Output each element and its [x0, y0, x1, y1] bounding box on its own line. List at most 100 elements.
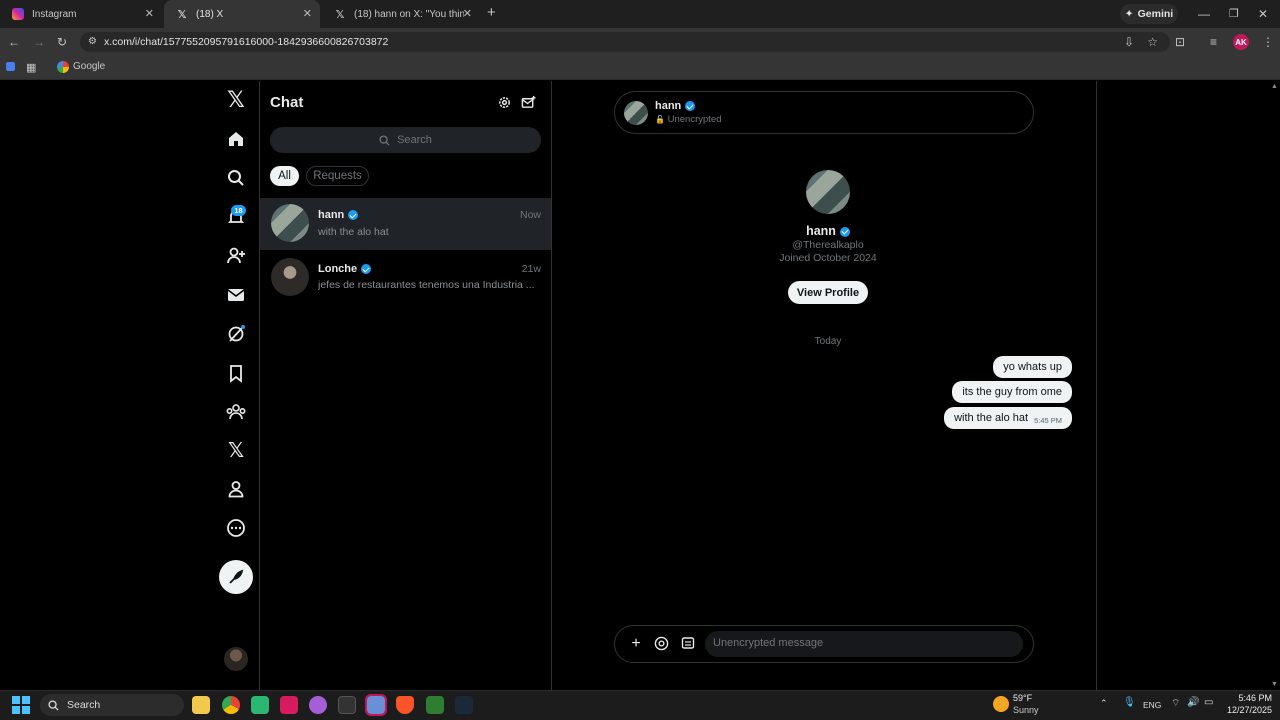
taskbar-search[interactable]: Search [40, 694, 184, 716]
bookmark-google[interactable]: Google [73, 61, 105, 72]
language-indicator[interactable]: ENG [1143, 700, 1161, 710]
scroll-up-icon[interactable]: ▲ [1271, 83, 1278, 90]
audio-app-icon[interactable] [338, 696, 356, 714]
chevron-up-icon[interactable]: ⌃ [1100, 698, 1108, 709]
media-icon[interactable] [681, 636, 697, 652]
explore-search-icon[interactable] [224, 166, 248, 190]
conversation-item-hann[interactable]: hann Now with the alo hat [260, 198, 551, 250]
profile-name: hann [806, 224, 836, 238]
minimize-icon[interactable]: — [1198, 7, 1210, 21]
conversation-name: Lonche [318, 263, 358, 275]
message-text: with the alo hat [954, 412, 1029, 424]
start-windows-icon[interactable] [12, 696, 30, 714]
profile-avatar[interactable]: AK [1233, 34, 1249, 50]
bookmark-star-icon[interactable]: ☆ [1147, 35, 1158, 49]
chat-settings-gear-icon[interactable] [497, 95, 513, 111]
divider [551, 81, 552, 690]
close-icon[interactable]: ✕ [463, 7, 472, 20]
menu-icon[interactable]: ⋮ [1262, 35, 1274, 49]
x-logo-icon: 𝕏 [177, 8, 187, 21]
chat-search-input[interactable]: Search [270, 127, 541, 153]
composer-placeholder: Unencrypted message [713, 637, 824, 649]
view-profile-button[interactable]: View Profile [788, 281, 868, 304]
install-icon[interactable]: ⇩ [1124, 35, 1134, 49]
new-message-icon[interactable] [521, 95, 537, 111]
message-text: yo whats up [1003, 361, 1062, 373]
conversation-header[interactable]: hann 🔓 Unencrypted [614, 91, 1034, 134]
conversation-item-lonche[interactable]: Lonche 21w jefes de restaurantes tenemos… [260, 251, 551, 303]
weather-temp[interactable]: 59°F [1013, 693, 1032, 703]
new-tab-icon[interactable]: + [487, 5, 496, 20]
filter-all[interactable]: All [270, 166, 299, 186]
app-icon[interactable] [365, 694, 387, 716]
search-icon [379, 134, 390, 146]
restore-icon[interactable]: ❐ [1229, 7, 1239, 21]
app-icon[interactable] [251, 696, 269, 714]
grok-icon[interactable] [224, 322, 248, 346]
profile-joined: Joined October 2024 [779, 252, 877, 264]
gif-icon[interactable] [654, 636, 670, 652]
bookmarks-icon[interactable] [224, 361, 248, 385]
back-icon[interactable]: ← [8, 35, 20, 49]
browser-tab-bar: Instagram ✕ 𝕏 (18) X ✕ 𝕏 (18) hann on X:… [0, 0, 1280, 28]
site-settings-icon[interactable]: ⚙ [88, 35, 97, 49]
divider [259, 81, 260, 690]
avatar [271, 204, 309, 242]
close-icon[interactable]: ✕ [303, 7, 312, 20]
filter-requests[interactable]: Requests [306, 166, 369, 186]
file-explorer-icon[interactable] [192, 696, 210, 714]
clock-time[interactable]: 5:46 PM [1220, 693, 1272, 703]
nzxt-icon[interactable] [280, 696, 298, 714]
account-avatar[interactable] [224, 647, 248, 671]
profile-icon[interactable] [224, 477, 248, 501]
clock-date: 12/27/2025 [1226, 705, 1272, 715]
x-chat-page [0, 81, 1280, 690]
message-bubble[interactable]: its the guy from ome [952, 381, 1072, 403]
gemini-button[interactable]: ✦ Gemini [1120, 4, 1178, 24]
communities-icon[interactable] [224, 400, 248, 424]
sunny-weather-icon [993, 696, 1009, 712]
tab-x[interactable]: 𝕏 (18) X ✕ [164, 0, 320, 28]
forward-icon[interactable]: → [33, 35, 45, 49]
tab-instagram[interactable]: Instagram ✕ [0, 0, 162, 28]
reload-icon[interactable]: ↻ [57, 35, 67, 49]
app-icon[interactable] [6, 62, 15, 71]
address-bar[interactable]: ⚙ x.com/i/chat/1577552095791616000-18429… [80, 32, 1170, 52]
wifi-icon[interactable]: ⌔ [1171, 697, 1180, 710]
volume-icon[interactable]: 🔊 [1187, 697, 1199, 708]
scroll-down-icon[interactable]: ▼ [1271, 681, 1278, 688]
more-icon[interactable] [224, 516, 248, 540]
messages-icon[interactable] [224, 283, 248, 307]
profile-avatar-large[interactable] [806, 170, 850, 214]
x-logo-icon[interactable]: 𝕏 [224, 87, 248, 112]
brave-icon[interactable] [396, 696, 414, 714]
compose-post-button[interactable] [219, 560, 253, 594]
follow-people-icon[interactable] [224, 244, 248, 268]
premium-x-icon[interactable]: 𝕏 [224, 438, 248, 462]
tab-search-icon[interactable]: ⊡ [1175, 35, 1185, 49]
message-bubble[interactable]: yo whats up [993, 356, 1072, 378]
media-controls-icon[interactable]: ≡ [1210, 35, 1217, 49]
battery-icon[interactable]: ▭ [1204, 697, 1213, 708]
app-icon[interactable] [309, 696, 327, 714]
message-input[interactable]: Unencrypted message [705, 631, 1023, 657]
chrome-icon[interactable] [222, 696, 240, 714]
close-window-icon[interactable]: ✕ [1258, 7, 1268, 21]
verified-badge-icon [685, 101, 696, 112]
gemini-label: Gemini [1137, 8, 1174, 20]
tab-hann-post[interactable]: 𝕏 (18) hann on X: "You think you ✕ [322, 0, 480, 28]
message-bubble[interactable]: with the alo hat 5:45 PM [944, 407, 1072, 429]
app-icon[interactable] [426, 696, 444, 714]
home-icon[interactable] [224, 127, 248, 151]
add-attachment-icon[interactable]: + [627, 635, 645, 653]
avatar [271, 258, 309, 296]
message-composer: + Unencrypted message [614, 625, 1034, 663]
apps-grid-icon[interactable]: ▦ [26, 61, 36, 75]
microphone-icon[interactable]: 🎙 [1123, 697, 1136, 708]
lock-icon: 🔓 [655, 115, 665, 124]
steam-icon[interactable] [455, 696, 473, 714]
scrollbar[interactable]: ▲ ▼ [1270, 81, 1280, 690]
close-icon[interactable]: ✕ [145, 7, 154, 20]
message-time: 5:45 PM [1034, 415, 1062, 425]
header-name: hann [655, 100, 682, 112]
